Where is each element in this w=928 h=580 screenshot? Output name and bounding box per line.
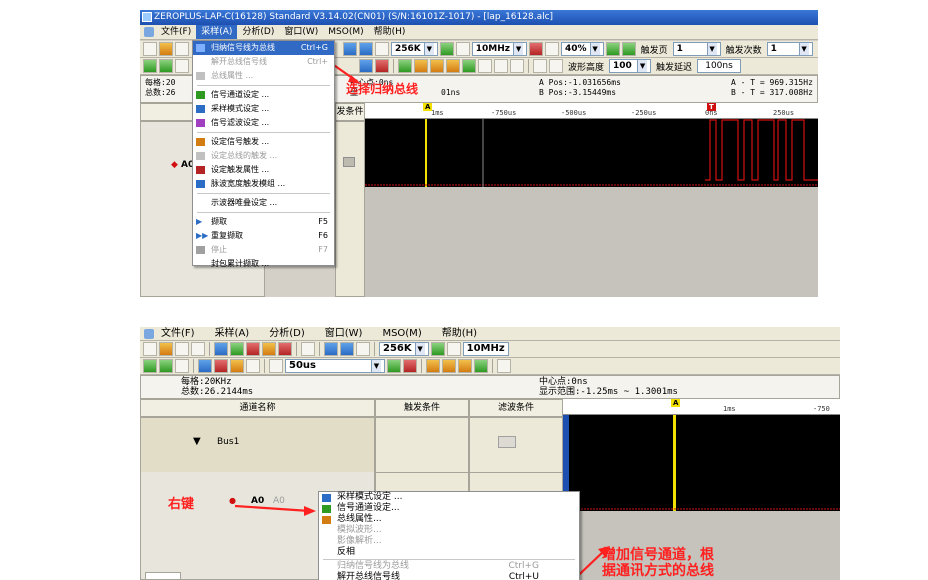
ctx-ungroup-bus[interactable]: 解开总线信号线 Ctrl+U <box>319 572 579 580</box>
annotation-right-click: 右键 <box>168 497 195 512</box>
menu-item-group-bus[interactable]: 归纳信号线为总线 Ctrl+G <box>193 41 334 55</box>
menu-item-packet-capture[interactable]: 封包累计撷取 ... <box>193 257 334 271</box>
menu-item-sampling-mode[interactable]: 采样模式设定 ... <box>193 102 334 116</box>
ctx-group-bus[interactable]: 归纳信号线为总线 Ctrl+G <box>319 561 579 572</box>
menu-item-repeat-capture[interactable]: ▶▶ 重复撷取 F6 <box>193 229 334 243</box>
menu-item-signal-trigger[interactable]: 设定信号触发 ... <box>193 135 334 149</box>
menu-item-ungroup-bus[interactable]: 解开总线信号线 Ctrl+ <box>193 55 334 69</box>
menu-item-capture[interactable]: ▶ 撷取 F5 <box>193 215 334 229</box>
menu-item-channel-settings[interactable]: 信号通道设定 ... <box>193 88 334 102</box>
menu-item-oscilloscope-overlay[interactable]: 示波器唯叠设定 ... <box>193 196 334 210</box>
menu-item-trigger-properties[interactable]: 设定触发属性 ... <box>193 163 334 177</box>
menu-item-bus-trigger[interactable]: 设定总线的触发 ... <box>193 149 334 163</box>
annotation-add-channel: 增加信号通道，根 据通讯方式的总线 <box>602 547 714 579</box>
screenshot-sampling-menu: ZEROPLUS-LAP-C(16128) Standard V3.14.02(… <box>140 10 818 297</box>
ctx-invert[interactable]: 反相 <box>319 547 579 558</box>
sampling-dropdown-menu: 归纳信号线为总线 Ctrl+G 解开总线信号线 Ctrl+ 总线属性 ... 信号通… <box>192 40 335 268</box>
menu-item-pulse-width-trigger[interactable]: 脉波宽度触发模组 ... <box>193 177 334 191</box>
annotation-select-group-bus: 选择归纳总线 <box>346 82 419 96</box>
ctx-analog-waveform[interactable]: 模拟波形... <box>319 525 579 536</box>
channel-context-menu: 采样模式设定 ... 信号通道设定... 总线属性... 模拟波形... 影像解… <box>318 491 580 580</box>
annotation-line-2: 据通讯方式的总线 <box>602 563 714 579</box>
menu-item-stop[interactable]: 停止 F7 <box>193 243 334 257</box>
ctx-channel-settings[interactable]: 信号通道设定... <box>319 503 579 514</box>
screenshot-context-menu: 文件(F) 采样(A) 分析(D) 窗口(W) MSO(M) 帮助(H) 256… <box>140 327 840 580</box>
ctx-sampling-mode[interactable]: 采样模式设定 ... <box>319 492 579 503</box>
menu-item-signal-filter[interactable]: 信号滤波设定 ... <box>193 116 334 130</box>
menu-item-bus-properties[interactable]: 总线属性 ... <box>193 69 334 83</box>
ctx-bus-properties[interactable]: 总线属性... <box>319 514 579 525</box>
ctx-image-analysis[interactable]: 影像解析... <box>319 536 579 547</box>
annotation-line-1: 增加信号通道，根 <box>602 547 714 563</box>
